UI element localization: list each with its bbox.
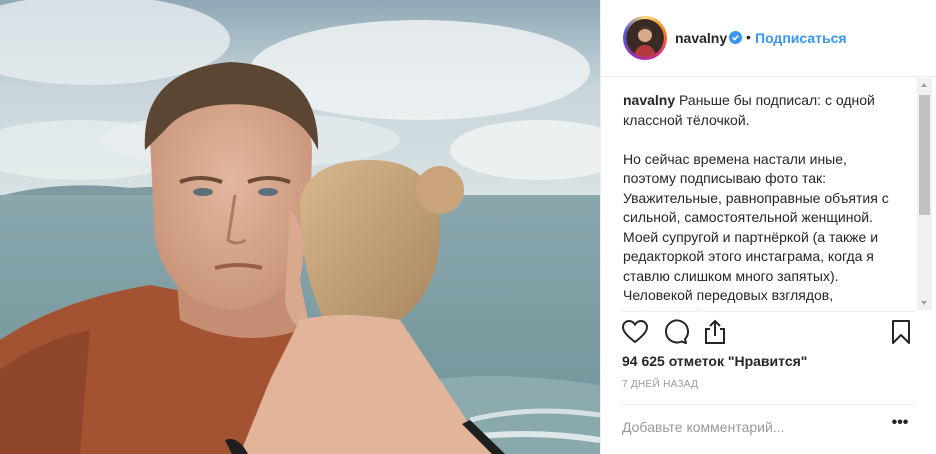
bookmark-icon (892, 320, 910, 344)
heart-icon (621, 319, 649, 344)
author-username[interactable]: navalny (675, 30, 727, 46)
comment-input[interactable] (622, 416, 882, 438)
post-actions (621, 318, 917, 348)
avatar-story-ring[interactable] (623, 16, 667, 60)
post-timestamp[interactable]: 7 ДНЕЙ НАЗАД (622, 379, 698, 390)
avatar[interactable] (626, 19, 664, 57)
selfie-photo-image (0, 0, 600, 454)
more-options-button[interactable]: ••• (889, 415, 911, 436)
caption-username[interactable]: navalny (623, 92, 675, 108)
header-separator: • (746, 29, 751, 45)
bookmark-button[interactable] (887, 318, 915, 346)
post-caption: navalny Раньше бы подписал: с одной клас… (623, 91, 903, 310)
scroll-down-arrow-icon[interactable] (917, 295, 932, 310)
likes-count[interactable]: 94 625 отметок "Нравится" (622, 353, 807, 369)
caption-scrollbar[interactable] (917, 78, 932, 310)
comment-icon (664, 319, 689, 344)
share-icon (705, 319, 725, 344)
caption-scroll-area[interactable]: navalny Раньше бы подписал: с одной клас… (621, 78, 916, 310)
scroll-thumb[interactable] (919, 95, 930, 215)
comment-button[interactable] (661, 318, 689, 346)
post-photo[interactable] (0, 0, 600, 454)
actions-divider (621, 311, 917, 312)
follow-button[interactable]: Подписаться (755, 30, 847, 46)
caption-text: Раньше бы подписал: с одной классной тёл… (623, 92, 889, 310)
comment-divider (621, 404, 917, 405)
scroll-up-arrow-icon[interactable] (917, 78, 932, 93)
verified-badge-icon (729, 31, 742, 44)
like-button[interactable] (621, 318, 649, 346)
share-button[interactable] (701, 318, 729, 346)
profile-avatar-icon (626, 19, 664, 57)
post-header: navalny • Подписаться (601, 0, 936, 77)
